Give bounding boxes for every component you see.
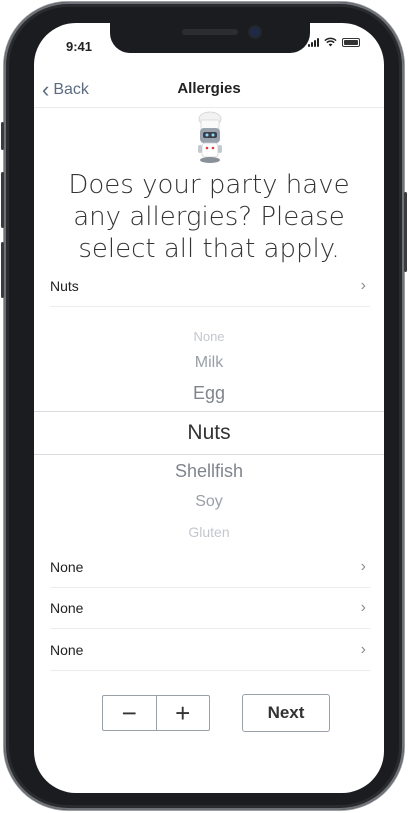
picker-option[interactable]: Milk: [34, 354, 384, 372]
mute-switch: [1, 122, 4, 150]
chevron-right-icon: ›: [360, 599, 366, 616]
picker-option[interactable]: None: [34, 329, 384, 344]
power-button: [404, 192, 407, 272]
battery-icon: [342, 37, 360, 47]
screen: 9:41 ‹ Back Allergies Does your party ha…: [34, 23, 384, 793]
row-value: Nuts: [50, 278, 79, 294]
camera: [250, 27, 260, 37]
picker-option[interactable]: Egg: [34, 383, 384, 404]
wifi-icon: [324, 37, 337, 47]
signal-icon: [308, 37, 319, 47]
picker-option[interactable]: Shellfish: [34, 461, 384, 482]
row-value: None: [50, 642, 84, 658]
picker-option[interactable]: Gluten: [34, 524, 384, 540]
picker-selected[interactable]: Nuts: [34, 411, 384, 455]
status-time: 9:41: [66, 39, 93, 54]
row-value: None: [50, 559, 84, 575]
phone-frame: 9:41 ‹ Back Allergies Does your party ha…: [1, 2, 407, 810]
quantity-stepper: − +: [102, 695, 210, 731]
minus-button[interactable]: −: [103, 696, 156, 730]
speaker: [182, 29, 238, 35]
chevron-right-icon: ›: [360, 277, 366, 294]
allergy-row-3[interactable]: None ›: [50, 588, 370, 629]
volume-down-button: [1, 242, 4, 298]
row-value: None: [50, 600, 84, 616]
navbar: ‹ Back Allergies: [34, 75, 384, 108]
page-title: Allergies: [177, 80, 241, 97]
chevron-right-icon: ›: [360, 641, 366, 658]
chevron-right-icon: ›: [360, 558, 366, 575]
notch: [110, 23, 310, 53]
allergy-row-4[interactable]: None ›: [50, 630, 370, 671]
chef-robot-icon: [198, 111, 222, 163]
volume-up-button: [1, 172, 4, 228]
status-icons: [308, 37, 360, 47]
next-button[interactable]: Next: [242, 694, 330, 732]
picker-option[interactable]: Soy: [34, 493, 384, 511]
question-text: Does your party have any allergies? Plea…: [68, 170, 350, 264]
plus-button[interactable]: +: [155, 696, 210, 730]
allergy-row-1[interactable]: Nuts ›: [50, 266, 370, 307]
allergy-row-2[interactable]: None ›: [50, 547, 370, 588]
